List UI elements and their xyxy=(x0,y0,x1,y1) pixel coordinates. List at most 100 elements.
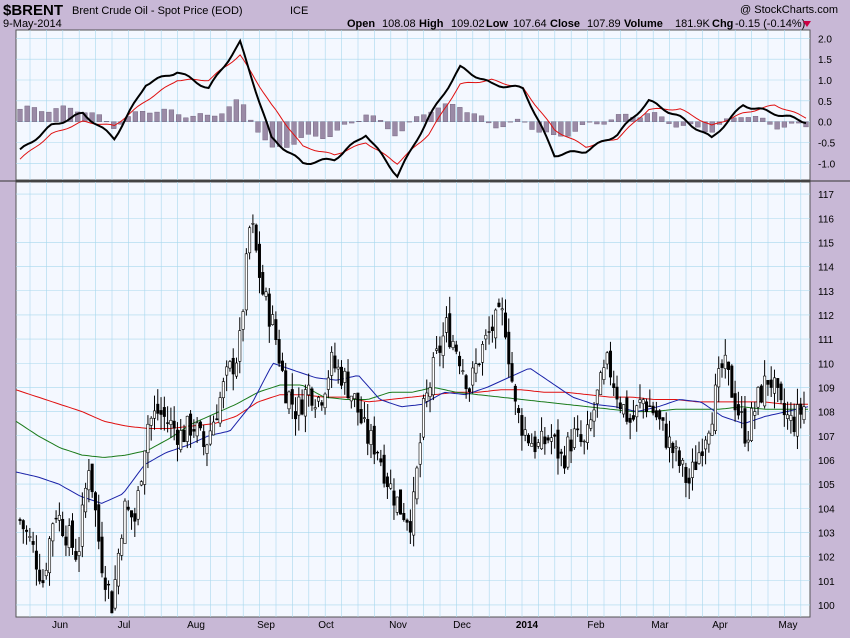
candle-body xyxy=(300,399,304,415)
candle-body xyxy=(139,481,143,486)
candle-body xyxy=(346,371,350,399)
osc-tick-label: -0.5 xyxy=(818,139,836,150)
candle-body xyxy=(333,355,337,369)
candle-body xyxy=(500,308,504,311)
candle-body xyxy=(700,451,704,456)
candle-body xyxy=(166,422,170,424)
histogram-bar xyxy=(399,121,405,132)
candle-body xyxy=(533,436,537,453)
histogram-bar xyxy=(31,107,38,122)
candle-body xyxy=(750,407,754,441)
candle-body xyxy=(687,477,691,484)
candle-body xyxy=(635,405,639,418)
candle-body xyxy=(297,396,301,416)
candle-body xyxy=(608,350,612,378)
candle-body xyxy=(248,227,252,254)
candle-body xyxy=(543,436,547,445)
candle-body xyxy=(444,317,448,333)
candle-body xyxy=(645,401,649,412)
price-tick-label: 103 xyxy=(818,528,835,539)
high-label: High xyxy=(419,18,444,30)
histogram-bar xyxy=(334,121,340,131)
histogram-bar xyxy=(587,121,593,123)
instrument-name: Brent Crude Oil - Spot Price (EOD) xyxy=(72,5,243,17)
candle-body xyxy=(376,451,380,454)
candle-body xyxy=(471,367,475,386)
histogram-bar xyxy=(745,117,751,122)
histogram-bar xyxy=(392,121,398,137)
histogram-bar xyxy=(46,111,52,122)
candle-body xyxy=(379,458,383,463)
histogram-bar xyxy=(233,99,239,122)
candle-body xyxy=(18,519,22,521)
candle-body xyxy=(389,483,393,489)
candle-body xyxy=(25,529,29,532)
candle-body xyxy=(694,461,698,471)
candle-body xyxy=(303,389,307,417)
high-value: 109.02 xyxy=(451,18,485,30)
histogram-bar xyxy=(349,121,355,124)
candle-body xyxy=(103,577,107,590)
candle-body xyxy=(523,429,527,436)
candle-body xyxy=(235,362,239,377)
candle-body xyxy=(57,514,61,521)
candle-body xyxy=(671,442,675,454)
candle-body xyxy=(589,419,593,429)
price-tick-label: 106 xyxy=(818,456,835,467)
candle-body xyxy=(697,452,701,464)
candle-body xyxy=(405,519,409,523)
candle-body xyxy=(490,326,494,332)
osc-tick-label: 2.0 xyxy=(818,34,832,45)
low-label: Low xyxy=(486,18,508,30)
candle-body xyxy=(497,302,501,307)
brent-chart: $BRENT Brent Crude Oil - Spot Price (EOD… xyxy=(0,0,850,633)
candle-body xyxy=(175,429,179,445)
candle-body xyxy=(294,411,298,420)
close-value: 107.89 xyxy=(587,18,621,30)
candle-body xyxy=(100,536,104,574)
histogram-bar xyxy=(500,121,506,128)
candle-body xyxy=(38,569,42,582)
month-label: 2014 xyxy=(516,620,539,631)
chart-svg: $BRENT Brent Crude Oil - Spot Price (EOD… xyxy=(0,0,850,633)
close-label: Close xyxy=(550,18,580,30)
candle-body xyxy=(549,437,553,442)
candle-body xyxy=(113,579,117,609)
candle-body xyxy=(618,402,622,410)
candle-body xyxy=(399,489,403,515)
candle-body xyxy=(212,421,216,436)
candle-body xyxy=(458,355,462,367)
price-tick-label: 109 xyxy=(818,383,835,394)
candle-body xyxy=(107,583,111,586)
candle-body xyxy=(451,341,455,348)
candle-body xyxy=(674,446,678,449)
candle-body xyxy=(494,309,498,339)
candle-body xyxy=(572,428,576,448)
candle-body xyxy=(189,413,193,436)
histogram-bar xyxy=(305,121,312,135)
histogram-bar xyxy=(752,116,759,122)
candle-body xyxy=(766,380,770,385)
candle-body xyxy=(799,403,803,415)
histogram-bar xyxy=(147,112,153,122)
candle-body xyxy=(31,541,35,545)
candle-body xyxy=(126,506,130,510)
candle-body xyxy=(677,450,681,466)
candle-body xyxy=(198,421,202,429)
candle-body xyxy=(84,487,88,513)
watermark: @ StockCharts.com xyxy=(740,4,838,16)
candle-body xyxy=(353,393,357,400)
candle-body xyxy=(244,253,248,311)
candle-body xyxy=(185,415,189,442)
candle-body xyxy=(80,504,84,547)
candle-body xyxy=(97,504,101,542)
candle-body xyxy=(628,417,632,423)
candle-body xyxy=(477,363,481,366)
candle-body xyxy=(631,415,635,420)
candle-body xyxy=(238,330,242,362)
candle-body xyxy=(87,470,91,491)
month-label: Jun xyxy=(52,620,68,631)
candle-body xyxy=(261,272,265,295)
month-label: Dec xyxy=(453,620,471,631)
candle-body xyxy=(690,461,694,478)
